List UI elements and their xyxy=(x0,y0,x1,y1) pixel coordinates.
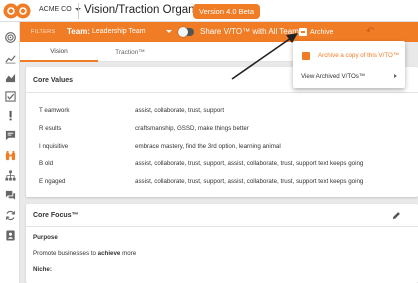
team-label: Team: xyxy=(67,27,90,36)
contacts-icon[interactable] xyxy=(0,226,20,244)
divider xyxy=(78,3,79,19)
checkbox-icon[interactable] xyxy=(0,87,20,105)
core-value-text: assist, collaborate, trust, support, ass… xyxy=(135,160,364,167)
line-chart-icon[interactable] xyxy=(0,49,20,67)
menu-item-label: Archive a copy of this V/TO™ xyxy=(318,52,400,59)
share-label: Share V/TO™ with All Teams xyxy=(200,27,303,36)
divider xyxy=(26,226,418,227)
core-values-title: Core Values xyxy=(33,77,74,84)
archive-label: Archive xyxy=(310,28,334,36)
archive-icon xyxy=(302,52,310,60)
sync-icon[interactable] xyxy=(0,206,20,224)
core-value-text: assist, collaborate, trust, support xyxy=(135,107,225,114)
pencil-icon[interactable] xyxy=(392,211,401,220)
exclamation-icon[interactable] xyxy=(0,106,20,124)
core-focus-card: Core Focus™ Purpose Promote businesses t… xyxy=(26,204,418,283)
team-select[interactable]: Leadership Team xyxy=(92,28,146,35)
purpose-text-end: more xyxy=(120,250,137,257)
archive-icon xyxy=(299,28,307,36)
core-value-label: T eamwork xyxy=(39,107,70,114)
chevron-down-icon[interactable] xyxy=(166,30,172,33)
core-value-text: assist, collaborate, trust, support, ass… xyxy=(135,178,364,185)
core-value-label: R esults xyxy=(39,125,62,132)
core-value-label: B old xyxy=(39,160,54,167)
tab-traction[interactable]: Traction™ xyxy=(100,42,160,62)
divider xyxy=(26,92,418,93)
core-value-label: I nquisitive xyxy=(39,143,69,150)
archive-button[interactable]: Archive xyxy=(299,26,355,38)
purpose-keyword: achieve xyxy=(97,250,121,257)
core-focus-title: Core Focus™ xyxy=(33,212,79,219)
company-logo[interactable] xyxy=(3,3,35,19)
core-value-label: E ngaged xyxy=(39,178,66,185)
top-bar: ACME CO Vision/Traction Organizer™ Versi… xyxy=(0,0,418,22)
view-archived-menu-item[interactable]: View Archived V/TOs™ xyxy=(293,70,405,84)
purpose-label: Purpose xyxy=(33,234,58,241)
version-badge: Version 4.0 Beta xyxy=(193,4,261,19)
target-icon[interactable] xyxy=(0,28,20,46)
archive-menu: Archive a copy of this V/TO™ View Archiv… xyxy=(293,41,405,88)
purpose-text: Promote businesses to achieve more xyxy=(33,250,136,257)
chat-icon[interactable] xyxy=(0,126,20,144)
sidebar xyxy=(0,22,20,283)
toggle-knob xyxy=(178,27,188,37)
filter-bar: FILTERS Team: Leadership Team Share V/TO… xyxy=(20,22,418,42)
chevron-right-icon xyxy=(394,74,397,78)
company-selector[interactable]: ACME CO xyxy=(39,6,81,13)
undo-icon[interactable]: ↶ xyxy=(366,26,374,37)
niche-label: Niche: xyxy=(33,266,52,273)
org-chart-icon[interactable] xyxy=(0,166,20,184)
purpose-text-start: Promote businesses to xyxy=(33,250,98,257)
area-chart-icon[interactable] xyxy=(0,68,20,86)
filters-label[interactable]: FILTERS xyxy=(31,29,55,35)
share-toggle[interactable] xyxy=(178,27,194,37)
company-name: ACME CO xyxy=(39,6,72,13)
tab-bar: Vision Traction™ xyxy=(20,42,297,62)
forum-icon[interactable] xyxy=(0,186,20,204)
archive-copy-menu-item[interactable]: Archive a copy of this V/TO™ xyxy=(293,49,405,63)
binoculars-icon[interactable] xyxy=(0,146,20,164)
core-value-text: craftsmanship, GSSD, make things better xyxy=(135,125,249,132)
core-value-text: embrace mastery, find the 3rd option, le… xyxy=(135,143,281,150)
menu-item-label: View Archived V/TOs™ xyxy=(301,73,366,80)
tab-vision[interactable]: Vision xyxy=(20,42,98,62)
